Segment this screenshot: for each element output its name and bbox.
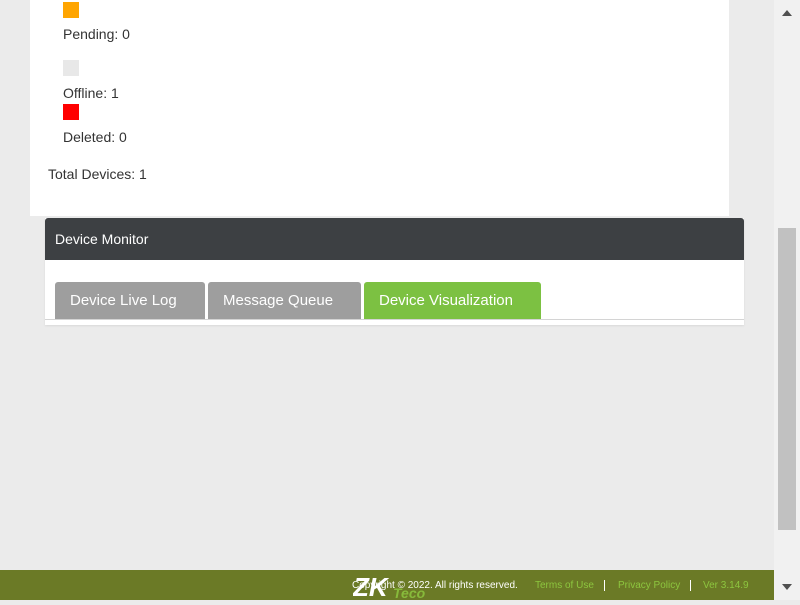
offline-swatch bbox=[63, 60, 79, 76]
scroll-up-arrow[interactable] bbox=[774, 0, 800, 24]
tab-message-queue[interactable]: Message Queue bbox=[208, 282, 361, 319]
total-devices-label: Total Devices: 1 bbox=[48, 166, 147, 182]
footer-separator bbox=[690, 580, 691, 591]
device-monitor-tabs: Device Live Log Message Queue Device Vis… bbox=[45, 282, 744, 320]
triangle-up-icon bbox=[782, 10, 792, 16]
deleted-swatch bbox=[63, 104, 79, 120]
tab-device-visualization[interactable]: Device Visualization bbox=[364, 282, 541, 319]
deleted-label: Deleted: 0 bbox=[63, 129, 127, 145]
device-status-card: Pending: 0 Offline: 1 Deleted: 0 Total D… bbox=[30, 0, 729, 216]
device-monitor-panel: Device Monitor Device Live Log Message Q… bbox=[45, 218, 744, 325]
scroll-thumb[interactable] bbox=[778, 228, 796, 530]
device-monitor-header: Device Monitor bbox=[45, 218, 744, 260]
offline-label: Offline: 1 bbox=[63, 85, 119, 101]
terms-of-use-link[interactable]: Terms of Use bbox=[535, 580, 594, 591]
pending-label: Pending: 0 bbox=[63, 26, 130, 42]
footer: ZK Teco Copyright © 2022. All rights res… bbox=[0, 570, 774, 600]
footer-separator bbox=[604, 580, 605, 591]
version-label: Ver 3.14.9 bbox=[703, 580, 749, 591]
footer-copyright: Copyright © 2022. All rights reserved. bbox=[352, 580, 518, 591]
privacy-policy-link[interactable]: Privacy Policy bbox=[618, 580, 680, 591]
pending-swatch bbox=[63, 2, 79, 18]
device-monitor-title: Device Monitor bbox=[55, 231, 149, 247]
scroll-down-arrow[interactable] bbox=[774, 576, 800, 600]
tab-device-live-log[interactable]: Device Live Log bbox=[55, 282, 205, 319]
vertical-scrollbar[interactable] bbox=[774, 0, 800, 600]
triangle-down-icon bbox=[782, 584, 792, 590]
